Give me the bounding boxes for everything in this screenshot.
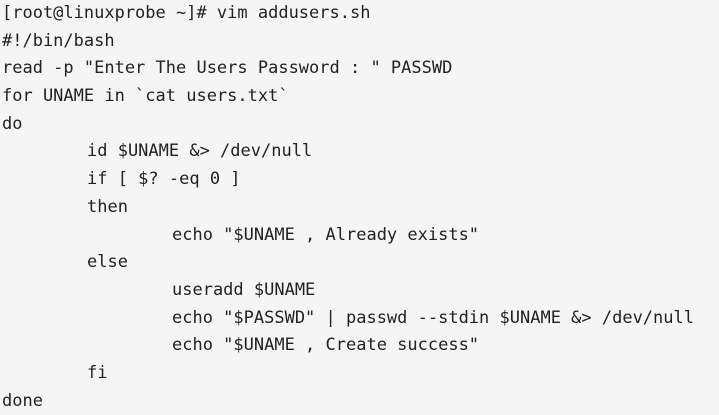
code-line-echo-success: echo "$UNAME , Create success" — [172, 335, 480, 356]
code-line-id: id $UNAME &> /dev/null — [87, 141, 313, 162]
code-line-useradd: useradd $UNAME — [172, 279, 316, 300]
code-line-read: read -p "Enter The Users Password : " PA… — [2, 58, 453, 79]
terminal-window[interactable]: [root@linuxprobe ~]# vim addusers.sh #!/… — [0, 0, 719, 413]
code-line-then: then — [87, 196, 128, 217]
code-line-if: if [ $? -eq 0 ] — [87, 169, 241, 190]
code-line-for: for UNAME in `cat users.txt` — [2, 86, 289, 107]
code-line-fi: fi — [87, 362, 108, 383]
code-line-done: done — [2, 390, 43, 411]
code-line-else: else — [87, 252, 128, 273]
code-line-shebang: #!/bin/bash — [2, 30, 115, 51]
code-line-echo-exists: echo "$UNAME , Already exists" — [172, 224, 480, 245]
command-prompt-line: [root@linuxprobe ~]# vim addusers.sh — [2, 3, 371, 23]
code-line-passwd: echo "$PASSWD" | passwd --stdin $UNAME &… — [172, 307, 694, 328]
code-line-do: do — [2, 113, 23, 134]
